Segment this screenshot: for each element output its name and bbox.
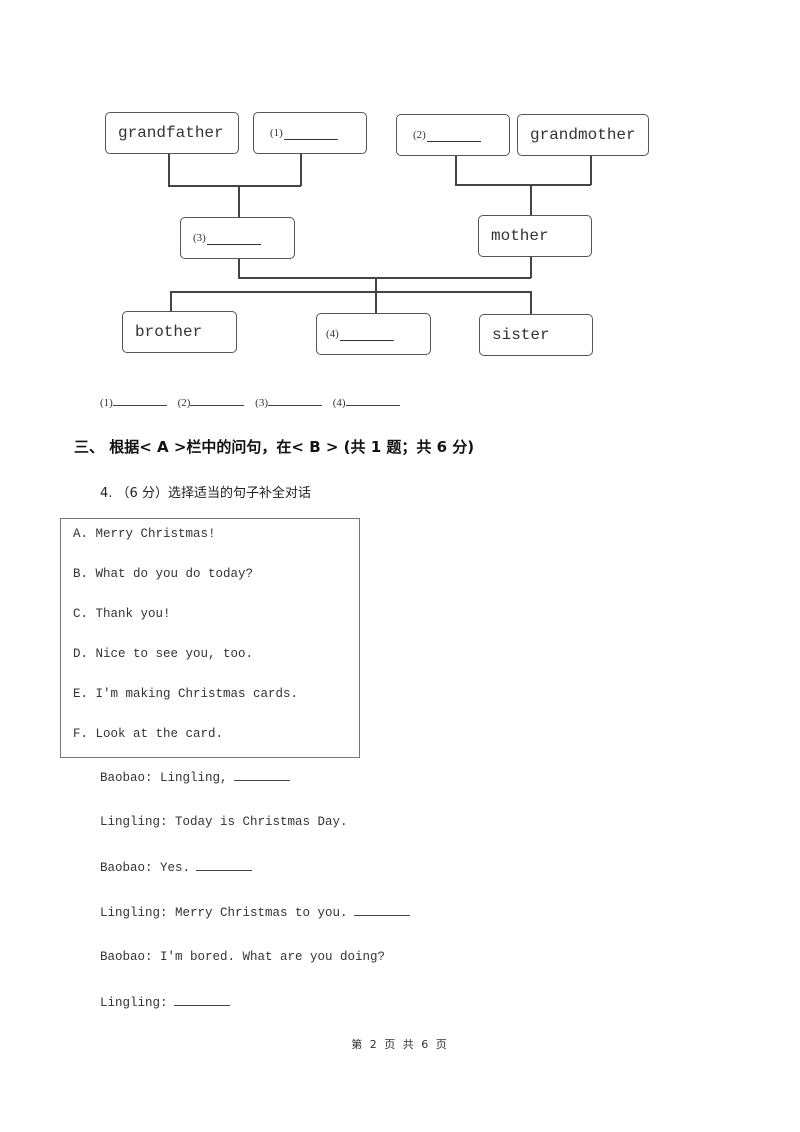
node-label: sister bbox=[492, 326, 550, 344]
answer-blank[interactable] bbox=[267, 395, 322, 406]
connector-line bbox=[455, 184, 591, 186]
answer-blank[interactable] bbox=[206, 232, 261, 245]
section-heading: 三、 根据< A >栏中的问句，在< B > (共 1 题；共 6 分) bbox=[74, 438, 475, 456]
connector-line bbox=[168, 153, 170, 186]
blank-number: (4) bbox=[326, 328, 339, 340]
answer-blank[interactable] bbox=[190, 395, 245, 406]
dialogue-line: Lingling: Merry Christmas to you. bbox=[100, 905, 410, 920]
node-brother: brother bbox=[122, 311, 237, 353]
answer-blank[interactable] bbox=[339, 328, 394, 341]
node-label: grandmother bbox=[530, 126, 636, 144]
answer-blank[interactable] bbox=[173, 995, 230, 1006]
blank-number: (2) bbox=[413, 129, 426, 141]
node-mother: mother bbox=[478, 215, 592, 257]
dialogue-text: Lingling: Merry Christmas to you. bbox=[100, 906, 348, 920]
connector-line bbox=[238, 258, 240, 278]
connector-line bbox=[530, 291, 532, 315]
node-label: mother bbox=[491, 227, 549, 245]
connector-line bbox=[590, 155, 592, 185]
dialogue-text: Baobao: I'm bored. What are you doing? bbox=[100, 950, 386, 964]
dialogue-text: Baobao: Lingling, bbox=[100, 771, 228, 785]
answer-blank[interactable] bbox=[196, 860, 253, 871]
answer-blank[interactable] bbox=[283, 127, 338, 140]
node-blank-2: (2) bbox=[396, 114, 510, 156]
blank-number: (1) bbox=[270, 127, 283, 139]
option-f: F. Look at the card. bbox=[73, 727, 224, 741]
connector-line bbox=[375, 277, 377, 314]
connector-line bbox=[455, 155, 457, 185]
connector-line bbox=[238, 185, 240, 217]
dialogue-line: Baobao: Lingling, bbox=[100, 770, 290, 785]
answer-blank[interactable] bbox=[112, 395, 167, 406]
page-footer: 第 2 页 共 6 页 bbox=[351, 1038, 449, 1051]
answer-label: (1) bbox=[100, 397, 113, 409]
dialogue-line: Baobao: Yes. bbox=[100, 860, 253, 875]
answer-row: (1) (2) (3) (4) bbox=[100, 395, 408, 409]
answer-blank[interactable] bbox=[345, 395, 400, 406]
answer-label: (4) bbox=[332, 397, 346, 409]
option-e: E. I'm making Christmas cards. bbox=[73, 687, 299, 701]
connector-line bbox=[530, 184, 532, 216]
node-sister: sister bbox=[479, 314, 593, 356]
dialogue-line: Lingling: Today is Christmas Day. bbox=[100, 815, 348, 829]
connector-line bbox=[530, 256, 532, 278]
option-c: C. Thank you! bbox=[73, 607, 171, 621]
node-blank-3: (3) bbox=[180, 217, 295, 259]
node-blank-4: (4) bbox=[316, 313, 431, 355]
answer-label: (2) bbox=[177, 397, 191, 409]
option-d: D. Nice to see you, too. bbox=[73, 647, 254, 661]
answer-blank[interactable] bbox=[353, 905, 410, 916]
option-b: B. What do you do today? bbox=[73, 567, 254, 581]
dialogue-text: Lingling: bbox=[100, 996, 168, 1010]
dialogue-text: Lingling: Today is Christmas Day. bbox=[100, 815, 348, 829]
dialogue-line: Baobao: I'm bored. What are you doing? bbox=[100, 950, 385, 964]
dialogue-line: Lingling: bbox=[100, 995, 230, 1010]
option-a: A. Merry Christmas! bbox=[73, 527, 216, 541]
connector-line bbox=[170, 291, 532, 293]
options-box: A. Merry Christmas! B. What do you do to… bbox=[60, 518, 360, 758]
answer-label: (3) bbox=[255, 397, 268, 409]
answer-blank[interactable] bbox=[426, 129, 481, 142]
blank-number: (3) bbox=[193, 232, 206, 244]
answer-blank[interactable] bbox=[233, 770, 290, 781]
connector-line bbox=[238, 277, 531, 279]
connector-line bbox=[168, 185, 301, 187]
connector-line bbox=[300, 153, 302, 186]
node-label: grandfather bbox=[118, 124, 224, 142]
dialogue-text: Baobao: Yes. bbox=[100, 861, 191, 875]
node-grandmother: grandmother bbox=[517, 114, 649, 156]
connector-line bbox=[170, 291, 172, 312]
node-grandfather: grandfather bbox=[105, 112, 239, 154]
node-label: brother bbox=[135, 323, 203, 341]
node-blank-1: (1) bbox=[253, 112, 367, 154]
question-title: 4. （6 分）选择适当的句子补全对话 bbox=[100, 486, 311, 501]
